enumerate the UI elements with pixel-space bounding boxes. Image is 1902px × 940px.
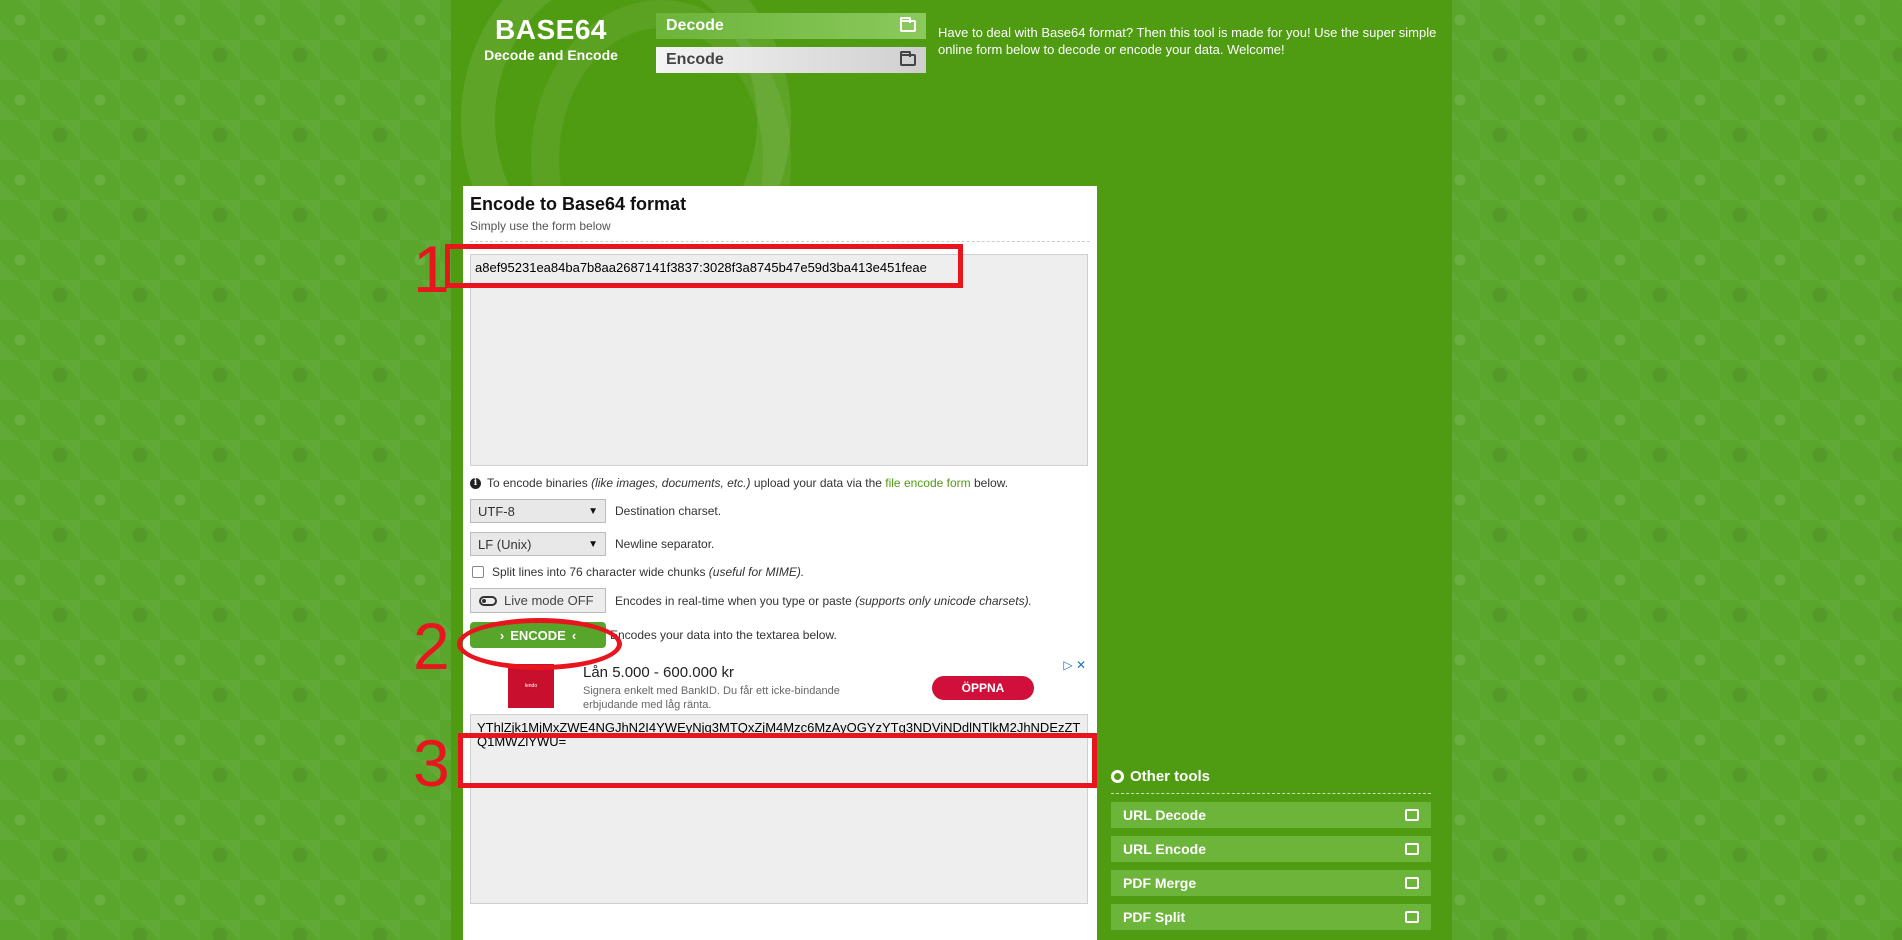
- ad-title: Lån 5.000 - 600.000 kr: [583, 664, 734, 681]
- charset-label: Destination charset.: [615, 504, 722, 518]
- newline-label: Newline separator.: [615, 537, 715, 551]
- compress-icon: [1405, 877, 1419, 889]
- main-nav: Decode Encode: [656, 13, 926, 81]
- hint-prefix: To encode binaries: [487, 476, 588, 490]
- hint-middle: upload your data via the: [753, 476, 882, 490]
- tool-label: URL Decode: [1123, 807, 1206, 823]
- newline-row: LF (Unix) ▼ Newline separator.: [470, 532, 1090, 556]
- folder-open-icon: [900, 17, 916, 32]
- ad-close-icon[interactable]: ▷ ✕: [1063, 658, 1086, 672]
- tool-label: PDF Merge: [1123, 875, 1197, 891]
- intro-text: Have to deal with Base64 format? Then th…: [938, 25, 1437, 57]
- annotation-box-output: [458, 733, 1097, 788]
- envelope-open-icon: [1405, 809, 1419, 821]
- logo-title: BASE64: [495, 14, 607, 45]
- annotation-number-2: 2: [413, 609, 450, 683]
- split-lines-checkbox[interactable]: [472, 566, 484, 578]
- charset-value: UTF-8: [478, 503, 515, 519]
- hint-suffix: below.: [974, 476, 1009, 490]
- annotation-box-input: [445, 244, 963, 288]
- encode-description: Encodes your data into the textarea belo…: [610, 628, 837, 642]
- nav-encode[interactable]: Encode: [656, 47, 926, 73]
- hint-italic: (like images, documents, etc.): [591, 476, 751, 490]
- nav-decode[interactable]: Decode: [656, 13, 926, 39]
- live-mode-label: Live mode OFF: [504, 593, 594, 608]
- newline-value: LF (Unix): [478, 536, 532, 552]
- tool-url-encode[interactable]: URL Encode: [1111, 836, 1431, 862]
- page-title: Encode to Base64 format: [470, 194, 687, 214]
- other-tools-label: Other tools: [1130, 768, 1211, 785]
- site-logo[interactable]: BASE64 Decode and Encode: [471, 14, 631, 63]
- charset-select[interactable]: UTF-8 ▼: [470, 499, 606, 523]
- ad-text: Signera enkelt med BankID. Du får ett ic…: [583, 685, 840, 711]
- newline-select[interactable]: LF (Unix) ▼: [470, 532, 606, 556]
- tool-label: URL Encode: [1123, 841, 1206, 857]
- ad-open-button[interactable]: ÖPPNA: [932, 676, 1034, 700]
- gear-icon: [1111, 770, 1124, 783]
- dropdown-arrow-icon: ▼: [588, 505, 598, 517]
- live-mode-row: Live mode OFF Encodes in real-time when …: [470, 588, 1090, 613]
- tool-url-decode[interactable]: URL Decode: [1111, 802, 1431, 828]
- live-mode-italic: (supports only unicode charsets).: [855, 593, 1032, 608]
- toggle-icon: [479, 595, 497, 606]
- tool-pdf-merge[interactable]: PDF Merge: [1111, 870, 1431, 896]
- nav-encode-label: Encode: [666, 51, 724, 68]
- tool-label: PDF Split: [1123, 909, 1186, 925]
- annotation-number-3: 3: [413, 726, 450, 800]
- other-tools-title: Other tools: [1111, 768, 1431, 794]
- folder-icon: [900, 51, 916, 66]
- nav-decode-label: Decode: [666, 17, 724, 34]
- tool-pdf-split[interactable]: PDF Split: [1111, 904, 1431, 930]
- split-row: Split lines into 76 character wide chunk…: [470, 565, 1090, 579]
- binary-hint: i To encode binaries (like images, docum…: [470, 476, 1090, 490]
- info-icon: i: [470, 477, 481, 489]
- other-tools: Other tools URL Decode URL Encode PDF Me…: [1111, 768, 1431, 930]
- expand-icon: [1405, 911, 1419, 923]
- split-italic: (useful for MIME).: [708, 565, 805, 579]
- page-container: BASE64 Decode and Encode Decode Encode H…: [451, 0, 1452, 940]
- split-label: Split lines into 76 character wide chunk…: [492, 565, 706, 579]
- live-mode-toggle[interactable]: Live mode OFF: [470, 588, 606, 613]
- envelope-icon: [1405, 843, 1419, 855]
- ad-logo: lendo: [508, 664, 554, 708]
- live-mode-description: Encodes in real-time when you type or pa…: [615, 593, 852, 608]
- file-encode-link[interactable]: file encode form: [885, 476, 970, 490]
- logo-subtitle: Decode and Encode: [484, 47, 618, 63]
- dropdown-arrow-icon: ▼: [588, 538, 598, 550]
- page-subtitle: Simply use the form below: [470, 219, 1090, 242]
- encode-panel: Encode to Base64 format Simply use the f…: [463, 186, 1097, 940]
- charset-row: UTF-8 ▼ Destination charset.: [470, 499, 1090, 523]
- annotation-ellipse-encode: [457, 618, 622, 670]
